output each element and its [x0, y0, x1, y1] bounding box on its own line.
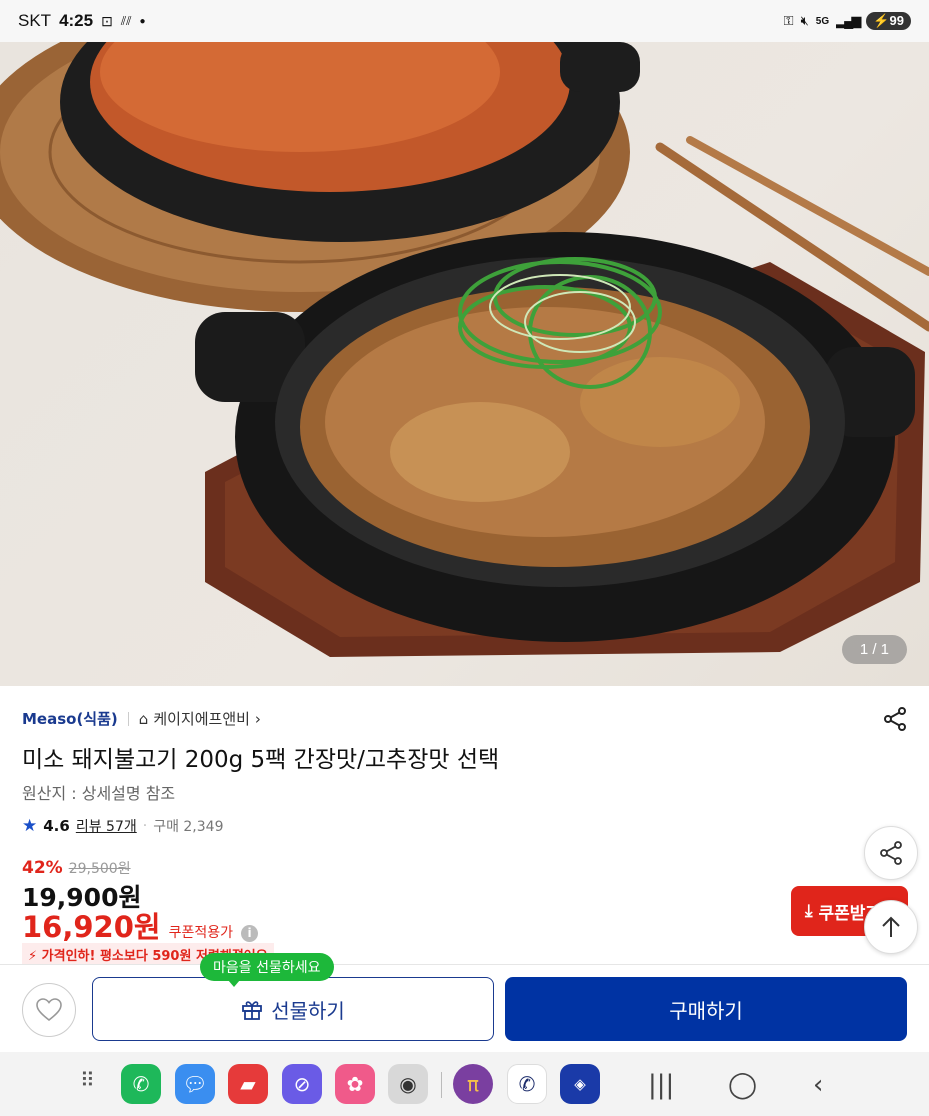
scroll-top-button[interactable]	[864, 900, 918, 954]
buy-button[interactable]: 구매하기	[505, 977, 907, 1041]
gift-button-label: 선물하기	[271, 998, 345, 1023]
signal-activity-icon: ⫽⫽	[120, 13, 132, 28]
arrow-up-icon	[882, 916, 900, 937]
product-title: 미소 돼지불고기 200g 5팩 간장맛/고추장맛 선택	[22, 747, 500, 773]
share-icon	[884, 707, 906, 731]
camera-app-icon[interactable]: ◉	[388, 1064, 428, 1104]
gift-icon	[242, 1001, 263, 1020]
carrier: SKT	[18, 11, 52, 30]
clock: 4:25	[59, 11, 94, 30]
coupon-price: 16,920원	[22, 910, 161, 944]
browser-app-icon[interactable]: ⊘	[282, 1064, 322, 1104]
phone-app-icon[interactable]: ✆	[121, 1064, 161, 1104]
coupon-price-label: 쿠폰적용가	[168, 925, 233, 941]
discount-row: 42% 29,500원	[22, 858, 131, 878]
store-link[interactable]: ⌂ 케이지에프앤비 ›	[139, 708, 261, 729]
dot-separator: ·	[142, 818, 148, 834]
origin-text: 원산지 : 상세설명 참조	[22, 784, 176, 803]
original-price: 29,500원	[68, 861, 131, 877]
navigation-bar: ⠿ ✆ 💬︎ ▰ ⊘ ✿ ◉ π ✆ ◈ ||| ◯ ‹	[0, 1052, 929, 1116]
rating-value: 4.6	[43, 817, 70, 835]
gallery-app-icon[interactable]: ✿	[335, 1064, 375, 1104]
image-counter: 1 / 1	[841, 635, 907, 664]
product-info: Measo(식품) ⌂ 케이지에프앤비 › 미소 돼지불고기 200g 5팩 간…	[0, 686, 929, 966]
purchase-bar: 선물하기 마음을 선물하세요 구매하기	[0, 953, 929, 1052]
discount-percent: 42%	[22, 858, 63, 878]
share-icon	[880, 841, 902, 865]
rating-row: ★ 4.6 리뷰 57개 · 구매 2,349	[22, 816, 223, 836]
screenshot-icon: ⊡	[101, 12, 113, 29]
share-button[interactable]	[882, 706, 908, 736]
star-icon: ★	[22, 816, 38, 836]
purchase-count: 구매 2,349	[153, 819, 224, 835]
pi-app-icon[interactable]: π	[453, 1064, 493, 1104]
messages-app-icon[interactable]: 💬︎	[175, 1064, 215, 1104]
brand-row: Measo(식품) ⌂ 케이지에프앤비 ›	[22, 708, 261, 729]
call-app-icon[interactable]: ✆	[507, 1064, 547, 1104]
divider	[127, 711, 129, 726]
product-photo-illustration	[0, 42, 929, 657]
status-bar: SKT 4:25 ⊡ ⫽⫽ ● ⚿ 🔇︎ 5G ▂▄▆ ⚡99	[0, 0, 929, 42]
product-image[interactable]: 1 / 1	[0, 42, 929, 686]
home-icon: ⌂	[138, 709, 149, 728]
review-link[interactable]: 리뷰 57개	[76, 816, 137, 836]
download-icon: ⤓	[805, 901, 813, 921]
home-button[interactable]: ◯	[728, 1070, 757, 1100]
signal-icon: ▂▄▆	[836, 13, 861, 28]
chevron-right-icon: ›	[254, 709, 261, 728]
store-name: 케이지에프앤비	[153, 710, 250, 728]
security-app-icon[interactable]: ◈	[560, 1064, 600, 1104]
key-icon: ⚿	[783, 13, 794, 28]
mute-icon: 🔇︎	[800, 13, 809, 28]
brand-link[interactable]: Measo(식품)	[22, 708, 118, 729]
dot-icon: ●	[139, 15, 146, 27]
recent-apps-button[interactable]: |||	[648, 1070, 674, 1100]
notes-app-icon[interactable]: ▰	[228, 1064, 268, 1104]
network-label: 5G	[815, 15, 830, 27]
battery-icon: ⚡99	[866, 12, 911, 30]
heart-icon	[36, 998, 62, 1022]
wishlist-button[interactable]	[22, 983, 76, 1037]
info-icon[interactable]: i	[241, 924, 258, 942]
app-drawer-icon[interactable]: ⠿	[80, 1068, 95, 1092]
coupon-price-row: 16,920원 쿠폰적용가 i	[22, 904, 258, 946]
app-divider	[441, 1072, 442, 1098]
back-button[interactable]: ‹	[813, 1070, 823, 1100]
gift-tooltip: 마음을 선물하세요	[200, 953, 334, 987]
lightning-icon: ⚡	[28, 949, 38, 964]
floating-share-button[interactable]	[864, 826, 918, 880]
gift-button[interactable]: 선물하기	[92, 977, 494, 1041]
